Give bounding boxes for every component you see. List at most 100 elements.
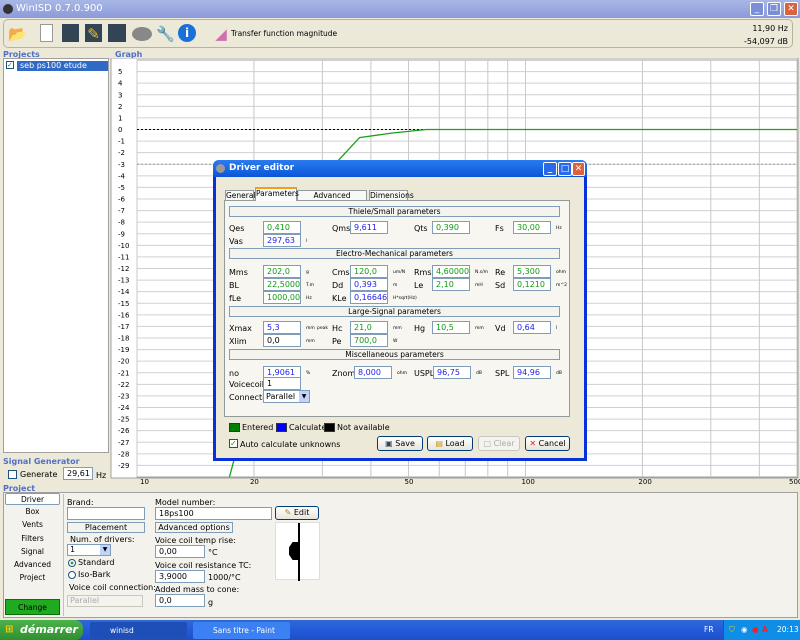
spl-input[interactable]: 94,96 <box>513 366 551 379</box>
cancel-icon: ✕ <box>529 439 537 448</box>
model-input[interactable] <box>155 507 272 520</box>
nav-vents[interactable]: Vents <box>5 519 60 531</box>
dialog-maximize-button[interactable]: □ <box>558 162 572 176</box>
isobarik-radio[interactable] <box>68 571 76 579</box>
xmax-input[interactable]: 5,3 <box>263 321 301 334</box>
security-shield-icon[interactable]: ⛉ <box>729 620 735 640</box>
vc-connection-select[interactable]: Parallel <box>67 595 143 607</box>
y-tick-label: -4 <box>118 172 126 180</box>
hg-label: Hg <box>414 324 426 333</box>
hc-unit: mm <box>393 326 402 331</box>
ati-icon[interactable]: A <box>762 620 768 640</box>
load-button[interactable]: ▤ Load <box>427 436 473 451</box>
auto-calc-checkbox[interactable]: ✓ <box>229 439 238 448</box>
fs-unit: Hz <box>556 226 562 231</box>
dialog-close-button[interactable]: ✕ <box>572 162 585 176</box>
nav-box[interactable]: Box <box>5 506 60 518</box>
qts-input[interactable]: 0,390 <box>432 221 470 234</box>
edit-button[interactable]: ✎ Edit <box>275 506 319 520</box>
le-unit: mH <box>475 283 483 288</box>
new-icon[interactable] <box>40 24 53 42</box>
driver-icon[interactable] <box>132 27 152 41</box>
tools-icon[interactable]: 🔧 <box>156 24 175 44</box>
rms-input[interactable]: 4,60000 <box>432 265 470 278</box>
nav-advanced[interactable]: Advanced <box>5 559 60 571</box>
connection-select[interactable]: Parallel ▼ <box>263 390 310 403</box>
tab-parameters[interactable]: Parameters <box>255 187 299 201</box>
minimize-button[interactable]: _ <box>750 2 764 16</box>
num-drivers-select[interactable]: 1 ▼ <box>67 544 111 556</box>
close-button[interactable]: ✕ <box>784 2 798 16</box>
hc-input[interactable]: 21,0 <box>350 321 388 334</box>
cms-input[interactable]: 120,0 <box>350 265 388 278</box>
le-input[interactable]: 2,10 <box>432 278 470 291</box>
save-button[interactable]: ▣ Save <box>377 436 423 451</box>
res-tc-input[interactable] <box>155 570 205 583</box>
advanced-options-button[interactable]: Advanced options <box>155 522 233 533</box>
nav-signal[interactable]: Signal <box>5 546 60 558</box>
project-checkbox[interactable]: ✓ <box>6 61 14 69</box>
volume-icon[interactable]: ◉ <box>741 620 748 640</box>
mms-input[interactable]: 202,0 <box>263 265 301 278</box>
antivirus-icon[interactable]: ● <box>752 620 759 640</box>
fs-input[interactable]: 30,00 <box>513 221 551 234</box>
dd-input[interactable]: 0,393 <box>350 278 388 291</box>
start-button[interactable]: ⊞ démarrer <box>0 620 83 640</box>
clear-label: Clear <box>493 439 515 448</box>
brand-input[interactable] <box>67 507 145 520</box>
dialog-minimize-button[interactable]: _ <box>543 162 557 176</box>
qms-input[interactable]: 9,611 <box>350 221 388 234</box>
spl-label: SPL <box>495 369 510 378</box>
language-indicator[interactable]: FR <box>704 625 714 634</box>
y-tick-label: -15 <box>118 300 129 308</box>
change-button[interactable]: Change <box>5 599 60 615</box>
uspl-input[interactable]: 96,75 <box>433 366 471 379</box>
nav-project[interactable]: Project <box>5 572 60 584</box>
ts-section-header: Thiele/Small parameters <box>229 206 560 217</box>
fle-input[interactable]: 1000,00 <box>263 291 301 304</box>
chart-icon[interactable]: ◢ <box>212 24 230 44</box>
standard-radio[interactable] <box>68 559 76 567</box>
save-all-icon[interactable] <box>108 24 126 42</box>
info-icon[interactable]: i <box>178 24 196 42</box>
bl-input[interactable]: 22,50000 <box>263 278 301 291</box>
vas-input[interactable]: 297,63 <box>263 234 301 247</box>
y-tick-label: -17 <box>118 323 129 331</box>
placement-button[interactable]: Placement <box>67 522 145 533</box>
y-tick-label: -21 <box>118 369 129 377</box>
open-folder-icon[interactable]: 📂 <box>8 24 27 44</box>
save-as-icon[interactable]: ✎ <box>85 24 102 43</box>
temp-rise-input[interactable] <box>155 545 205 558</box>
task-winisd[interactable]: winisd <box>90 622 187 639</box>
nav-driver[interactable]: Driver <box>5 493 60 505</box>
y-tick-label: -20 <box>118 358 129 366</box>
x-tick-label: 20 <box>250 478 259 486</box>
project-item[interactable]: seb ps100 etude <box>17 61 108 71</box>
save-icon[interactable] <box>62 24 79 42</box>
added-mass-input[interactable] <box>155 594 205 607</box>
graph-type-selector[interactable]: Transfer function magnitude <box>231 29 337 38</box>
znom-input[interactable]: 8,000 <box>354 366 392 379</box>
y-tick-label: -19 <box>118 346 129 354</box>
sd-input[interactable]: 0,1210 <box>513 278 551 291</box>
y-tick-label: -18 <box>118 335 129 343</box>
nav-filters[interactable]: Filters <box>5 533 60 545</box>
cancel-button[interactable]: ✕ Cancel <box>525 436 570 451</box>
rms-unit: N.s/m <box>475 270 489 275</box>
re-input[interactable]: 5,300 <box>513 265 551 278</box>
xlim-input[interactable]: 0,0 <box>263 334 301 347</box>
qes-input[interactable]: 0,410 <box>263 221 301 234</box>
qts-label: Qts <box>414 224 428 233</box>
task-paint[interactable]: Sans titre - Paint <box>193 622 290 639</box>
generate-checkbox[interactable] <box>8 470 17 479</box>
vd-input[interactable]: 0,64 <box>513 321 551 334</box>
signal-frequency-input[interactable] <box>63 467 93 480</box>
qes-label: Qes <box>229 224 245 233</box>
vd-unit: l <box>556 326 558 331</box>
pe-input[interactable]: 700,0 <box>350 334 388 347</box>
voicecoils-input[interactable] <box>263 377 301 390</box>
kle-input[interactable]: 0,166460 <box>350 291 388 304</box>
restore-button[interactable]: ❐ <box>767 2 781 16</box>
hg-input[interactable]: 10,5 <box>432 321 470 334</box>
clear-button[interactable]: □ Clear <box>478 436 520 451</box>
